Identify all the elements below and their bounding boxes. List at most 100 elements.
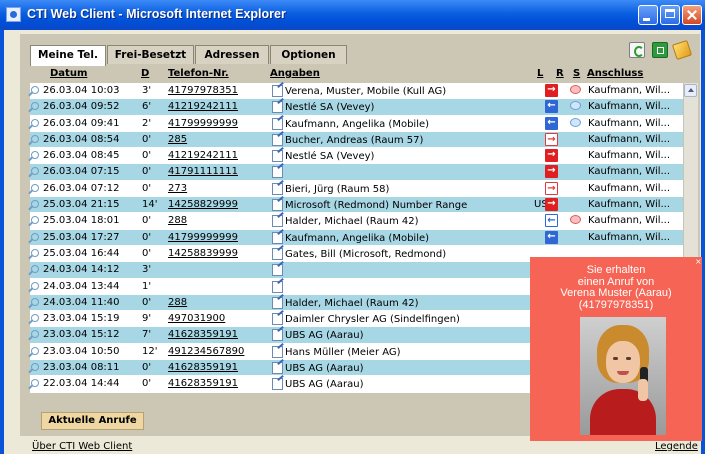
phone-number[interactable]: 41797978351 (168, 83, 238, 98)
phone-number[interactable]: 14258839999 (168, 246, 238, 261)
aktuelle-anrufe-button[interactable]: Aktuelle Anrufe (41, 412, 144, 430)
incoming-call-popup[interactable]: Sie erhalten einen Anruf von Verena Must… (530, 257, 702, 441)
detail-search-icon[interactable] (31, 379, 39, 388)
edit-note-icon[interactable] (272, 133, 284, 146)
detail-search-icon[interactable] (31, 200, 39, 209)
maximize-button[interactable] (660, 5, 680, 25)
table-row[interactable]: 26.03.04 08:45 0' 41219242111 Nestlé SA (Ve… (30, 148, 685, 165)
detail-search-icon[interactable] (31, 167, 39, 176)
phone-number[interactable]: 288 (168, 213, 187, 228)
refresh-icon[interactable] (629, 42, 645, 58)
col-anschluss[interactable]: Anschluss (587, 66, 643, 82)
table-row[interactable]: 25.03.04 21:15 14' 14258829999 Microsoft (R… (30, 197, 685, 214)
phone-number[interactable]: 285 (168, 132, 187, 147)
legend-link[interactable]: Legende (655, 441, 698, 452)
detail-search-icon[interactable] (31, 151, 39, 160)
close-button[interactable] (682, 5, 702, 25)
col-d[interactable]: D (141, 66, 149, 82)
phone-number[interactable]: 14258829999 (168, 197, 238, 212)
detail-search-icon[interactable] (31, 102, 39, 111)
phone-number[interactable]: 41628359191 (168, 327, 238, 342)
tab-adressen[interactable]: Adressen (195, 45, 269, 64)
edit-note-icon[interactable] (272, 263, 284, 277)
table-row[interactable]: 26.03.04 07:12 0' 273 Bieri, Jürg (Raum 58)… (30, 180, 685, 198)
phone-number[interactable]: 41219242111 (168, 99, 238, 114)
edit-note-icon[interactable] (272, 117, 284, 130)
incoming-call-icon: ← (545, 100, 558, 114)
call-duration: 0' (142, 296, 152, 308)
table-row[interactable]: 26.03.04 09:41 2' 41799999999 Kaufmann, Ang… (30, 115, 685, 132)
line-owner: Kaufmann, Wil... (588, 166, 671, 178)
detail-search-icon[interactable] (31, 216, 39, 225)
minimize-button[interactable] (638, 5, 658, 25)
detail-search-icon[interactable] (31, 330, 39, 339)
edit-note-icon[interactable] (272, 296, 284, 309)
message-bubble-icon[interactable] (570, 101, 581, 111)
call-date: 23.03.04 08:11 (43, 362, 120, 374)
phone-number[interactable]: 288 (168, 295, 187, 310)
phone-number[interactable]: 41799999999 (168, 116, 238, 131)
detail-search-icon[interactable] (31, 314, 39, 323)
edit-note-icon[interactable] (272, 214, 284, 228)
edit-note-icon[interactable] (272, 149, 284, 163)
table-row[interactable]: 26.03.04 10:03 3' 41797978351 Verena, Muste… (30, 83, 685, 100)
detail-search-icon[interactable] (31, 134, 39, 143)
detail-search-icon[interactable] (31, 118, 39, 127)
detail-search-icon[interactable] (31, 86, 39, 94)
detail-search-icon[interactable] (31, 232, 39, 241)
edit-note-icon[interactable] (272, 100, 284, 114)
caller-photo (580, 317, 666, 435)
table-row[interactable]: 26.03.04 07:15 0' 41791111111 → Kaufmann, Wi… (30, 164, 685, 181)
edit-note-icon[interactable] (272, 345, 284, 358)
message-bubble-icon[interactable] (570, 215, 581, 225)
about-link[interactable]: Über CTI Web Client (32, 441, 132, 452)
edit-note-icon[interactable] (272, 198, 284, 212)
message-bubble-icon[interactable] (570, 85, 581, 94)
popup-close-icon[interactable]: × (695, 258, 702, 266)
col-datum[interactable]: Datum (50, 66, 87, 82)
edit-note-icon[interactable] (272, 182, 284, 195)
edit-note-icon[interactable] (272, 247, 284, 260)
table-row[interactable]: 25.03.04 18:01 0' 288 Halder, Michael (Raum… (30, 213, 685, 230)
phone-number[interactable]: 273 (168, 181, 187, 196)
detail-search-icon[interactable] (31, 363, 39, 372)
edit-note-icon[interactable] (272, 165, 284, 179)
tab-frei-besetzt[interactable]: Frei-Besetzt (107, 45, 194, 64)
line-owner: Kaufmann, Wil... (588, 101, 671, 113)
phone-number[interactable]: 41219242111 (168, 148, 238, 163)
edit-note-icon[interactable] (272, 231, 284, 244)
phone-number[interactable]: 41799999999 (168, 230, 238, 245)
call-duration: 6' (142, 101, 152, 113)
detail-search-icon[interactable] (31, 297, 39, 306)
phone-number[interactable]: 41628359191 (168, 376, 238, 391)
table-row[interactable]: 25.03.04 17:27 0' 41799999999 Kaufmann, Ang… (30, 229, 685, 246)
tab-optionen[interactable]: Optionen (270, 45, 347, 64)
col-angaben[interactable]: Angaben (270, 66, 320, 82)
col-s[interactable]: S (573, 66, 580, 82)
table-row[interactable]: 26.03.04 09:52 6' 41219242111 Nestlé SA (Ve… (30, 99, 685, 116)
col-telefon[interactable]: Telefon-Nr. (168, 66, 229, 82)
detail-search-icon[interactable] (31, 265, 39, 274)
message-bubble-icon[interactable] (570, 117, 581, 127)
detail-search-icon[interactable] (31, 346, 39, 355)
detail-search-icon[interactable] (31, 183, 39, 192)
table-row[interactable]: 26.03.04 08:54 0' 285 Bucher, Andreas (Raum… (30, 131, 685, 149)
tab-meine-tel[interactable]: Meine Tel. (30, 45, 106, 66)
edit-note-icon[interactable] (272, 328, 284, 342)
phone-number[interactable]: 497031900 (168, 311, 225, 326)
edit-note-icon[interactable] (272, 377, 284, 391)
detail-search-icon[interactable] (31, 248, 39, 257)
green-box-icon[interactable] (652, 42, 668, 58)
col-r[interactable]: R (556, 66, 564, 82)
edit-note-icon[interactable] (272, 312, 284, 326)
scroll-up-arrow[interactable] (684, 84, 697, 97)
call-details: Nestlé SA (Vevey) (285, 151, 375, 163)
phone-number[interactable]: 491234567890 (168, 344, 244, 359)
edit-note-icon[interactable] (272, 280, 284, 293)
edit-note-icon[interactable] (272, 361, 284, 375)
detail-search-icon[interactable] (31, 281, 39, 290)
phone-number[interactable]: 41628359191 (168, 360, 238, 375)
col-l[interactable]: L (537, 66, 543, 82)
phone-number[interactable]: 41791111111 (168, 164, 238, 179)
edit-note-icon[interactable] (272, 84, 284, 97)
